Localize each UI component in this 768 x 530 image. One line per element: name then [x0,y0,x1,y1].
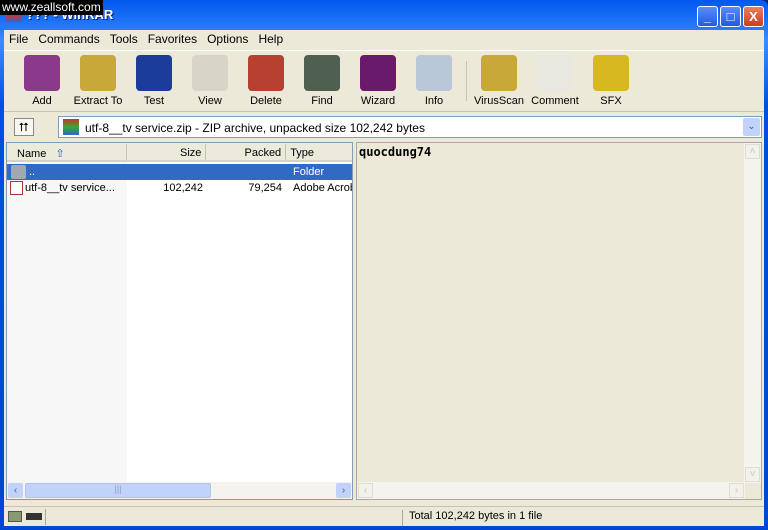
horizontal-scrollbar[interactable]: ‹ ||| › [7,482,352,499]
column-packed[interactable]: Packed [206,144,287,160]
toolbar-label: Add [32,95,52,107]
list-header: Name ⇧ Size Packed Type [7,143,352,162]
file-row[interactable]: .. Folder [7,164,352,180]
maximize-button[interactable]: □ [720,6,741,27]
path-combobox[interactable]: utf-8__tv service.zip - ZIP archive, unp… [58,116,762,138]
toolbar-find-button[interactable]: Find [294,51,350,111]
menu-file[interactable]: File [4,30,33,48]
toolbar-wizard-button[interactable]: Wizard [350,51,406,111]
add-archive-icon [24,55,60,91]
virusscan-icon [481,55,517,91]
menu-options[interactable]: Options [202,30,253,48]
toolbar-label: Test [143,95,165,107]
menu-help[interactable]: Help [253,30,288,48]
view-icon [192,55,228,91]
file-list: Name ⇧ Size Packed Type .. Folder utf-8_… [6,142,353,500]
address-bar: ⮅ utf-8__tv service.zip - ZIP archive, u… [4,114,764,140]
menu-tools[interactable]: Tools [105,30,143,48]
delete-icon [248,55,284,91]
toolbar-separator [466,61,467,101]
scroll-left-button[interactable]: ‹ [8,483,23,498]
minimize-button[interactable]: _ [697,6,718,27]
toolbar-label: Extract To [73,95,123,107]
sort-arrow-icon: ⇧ [55,148,65,160]
winrar-window: ??? - WinRAR _ □ X File Commands Tools F… [0,0,768,530]
toolbar-label: Delete [250,95,282,107]
up-folder-button[interactable]: ⮅ [14,118,34,136]
folder-icon [11,165,26,179]
extract-icon [80,55,116,91]
status-icons [4,509,46,525]
column-size[interactable]: Size [127,144,207,160]
toolbar-comment-button[interactable]: Comment [527,51,583,111]
wizard-icon [360,55,396,91]
comment-icon [537,55,573,91]
scroll-right-button[interactable]: › [729,483,744,498]
toolbar-label: Find [311,95,333,107]
scroll-left-button[interactable]: ‹ [358,483,373,498]
watermark: www.zeallsoft.com [0,0,103,15]
test-icon [136,55,172,91]
close-button[interactable]: X [743,6,764,27]
toolbar-label: SFX [600,95,622,107]
info-icon [416,55,452,91]
drive-icon [8,511,22,522]
path-text: utf-8__tv service.zip - ZIP archive, unp… [85,121,425,135]
toolbar-sfx-button[interactable]: SFX [583,51,639,111]
status-bar: Total 102,242 bytes in 1 file [4,506,764,526]
file-row[interactable]: utf-8__tv service... 102,242 79,254 Adob… [7,180,352,196]
toolbar-label: Wizard [360,95,396,107]
toolbar-delete-button[interactable]: Delete [238,51,294,111]
vertical-scrollbar[interactable]: ˄ ˅ [744,143,761,483]
pdf-icon [10,181,23,195]
status-total: Total 102,242 bytes in 1 file [402,510,542,526]
toolbar-info-button[interactable]: Info [406,51,462,111]
toolbar-extract-to-button[interactable]: Extract To [70,51,126,111]
toolbar-virusscan-button[interactable]: VirusScan [471,51,527,111]
toolbar-label: Info [424,95,444,107]
scroll-right-button[interactable]: › [336,483,351,498]
toolbar-label: VirusScan [474,95,524,107]
toolbar-test-button[interactable]: Test [126,51,182,111]
title-bar[interactable]: ??? - WinRAR _ □ X [0,0,768,30]
chevron-down-icon[interactable]: ⌄ [743,118,760,136]
archive-comment: quocdung74 [359,145,432,159]
toolbar-label: View [198,95,222,107]
menu-bar: File Commands Tools Favorites Options He… [4,30,288,48]
key-icon [26,513,42,520]
archive-icon [63,119,79,135]
menu-commands[interactable]: Commands [33,30,104,48]
comment-pane: quocdung74 ˄ ˅ ‹ › [356,142,762,500]
menu-favorites[interactable]: Favorites [143,30,202,48]
toolbar-add-button[interactable]: Add [14,51,70,111]
toolbar-label: Comment [531,95,579,107]
scroll-down-button[interactable]: ˅ [745,467,760,482]
comment-horizontal-scrollbar[interactable]: ‹ › [357,482,745,499]
toolbar-view-button[interactable]: View [182,51,238,111]
toolbar: Add Extract To Test View Delete Find Wizard Inf… [4,50,764,112]
scroll-up-button[interactable]: ˄ [745,144,760,159]
scroll-thumb[interactable]: ||| [25,483,211,498]
column-type[interactable]: Type [286,144,352,160]
find-icon [304,55,340,91]
column-name[interactable]: Name ⇧ [7,144,127,160]
sfx-icon [593,55,629,91]
